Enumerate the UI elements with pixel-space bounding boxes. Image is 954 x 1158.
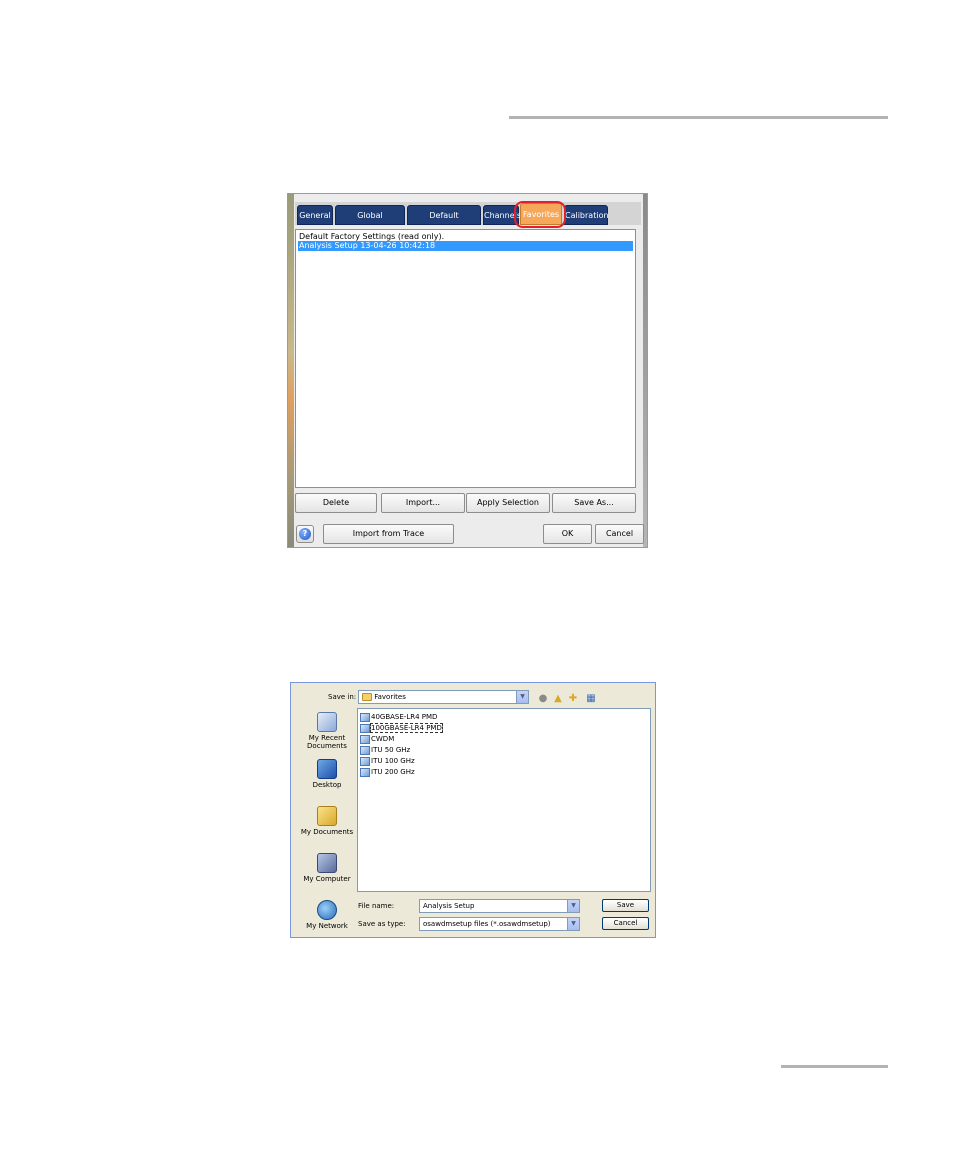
import-from-trace-button[interactable]: Import from Trace: [323, 524, 454, 544]
back-icon[interactable]: ●: [537, 693, 549, 705]
new-folder-icon[interactable]: ✚: [567, 693, 579, 705]
save-as-button[interactable]: Save As...: [552, 493, 636, 513]
save-as-type-value: osawdmsetup files (*.osawdmsetup): [423, 920, 551, 928]
save-as-dialog: Save in: Favorites ▼ ● ▲ ✚ ▦ My Recent D…: [290, 682, 656, 938]
file-name-label: File name:: [358, 902, 395, 910]
help-button[interactable]: ?: [296, 525, 314, 543]
favorites-highlight-ring: [514, 201, 566, 228]
file-icon: [360, 767, 370, 777]
list-item[interactable]: ITU 100 GHz: [360, 756, 415, 767]
apply-selection-button[interactable]: Apply Selection: [466, 493, 550, 513]
favorites-dialog: General Global Thresholds Default Thresh…: [287, 193, 648, 548]
recent-documents-icon: [317, 712, 337, 732]
place-my-recent-documents[interactable]: My Recent Documents: [296, 712, 358, 750]
save-in-label: Save in:: [328, 693, 357, 701]
list-item[interactable]: 100GBASE-LR4 PMD: [360, 723, 443, 734]
place-my-network[interactable]: My Network: [296, 900, 358, 930]
file-name-value: Analysis Setup: [423, 902, 475, 910]
places-bar: My Recent Documents Desktop My Documents…: [296, 706, 358, 934]
tab-general[interactable]: General: [297, 205, 333, 225]
import-button[interactable]: Import...: [381, 493, 465, 513]
list-item[interactable]: ITU 200 GHz: [360, 767, 415, 778]
window-edge-left: [288, 194, 294, 547]
tab-default-thresholds[interactable]: Default Thresholds: [407, 205, 481, 240]
file-icon: [360, 712, 370, 722]
tab-calibration[interactable]: Calibration: [564, 205, 609, 225]
list-item[interactable]: ITU 50 GHz: [360, 745, 410, 756]
views-menu-icon[interactable]: ▦: [583, 693, 599, 705]
chevron-down-icon[interactable]: ▼: [516, 691, 528, 703]
delete-button[interactable]: Delete: [295, 493, 377, 513]
file-icon: [360, 734, 370, 744]
my-network-icon: [317, 900, 337, 920]
place-my-documents[interactable]: My Documents: [296, 806, 358, 836]
help-icon: ?: [299, 528, 311, 540]
save-as-type-label: Save as type:: [358, 920, 406, 928]
folder-icon: [362, 693, 372, 701]
list-item[interactable]: CWDM: [360, 734, 394, 745]
chevron-down-icon[interactable]: ▼: [567, 900, 579, 912]
file-name-combo[interactable]: Analysis Setup ▼: [419, 899, 580, 913]
cancel-button[interactable]: Cancel: [602, 917, 649, 930]
header-rule: [509, 116, 888, 119]
save-as-type-combo[interactable]: osawdmsetup files (*.osawdmsetup) ▼: [419, 917, 580, 931]
save-in-combo[interactable]: Favorites ▼: [358, 690, 529, 704]
footer-rule: [781, 1065, 888, 1068]
file-icon: [360, 745, 370, 755]
up-folder-icon[interactable]: ▲: [552, 693, 564, 705]
my-documents-icon: [317, 806, 337, 826]
file-icon: [360, 756, 370, 766]
tab-global-thresholds[interactable]: Global Thresholds: [335, 205, 405, 240]
window-edge-right: [643, 194, 647, 547]
my-computer-icon: [317, 853, 337, 873]
save-button[interactable]: Save: [602, 899, 649, 912]
ok-button[interactable]: OK: [543, 524, 592, 544]
favorites-list[interactable]: Default Factory Settings (read only). An…: [295, 229, 636, 488]
place-desktop[interactable]: Desktop: [296, 759, 358, 789]
chevron-down-icon[interactable]: ▼: [567, 918, 579, 930]
file-icon: [360, 723, 370, 733]
cancel-button[interactable]: Cancel: [595, 524, 644, 544]
file-list[interactable]: 40GBASE-LR4 PMD 100GBASE-LR4 PMD CWDM IT…: [357, 708, 651, 892]
desktop-icon: [317, 759, 337, 779]
list-item-selected[interactable]: Analysis Setup 13-04-26 10:42:18: [298, 241, 633, 251]
place-my-computer[interactable]: My Computer: [296, 853, 358, 883]
list-item[interactable]: 40GBASE-LR4 PMD: [360, 712, 437, 723]
